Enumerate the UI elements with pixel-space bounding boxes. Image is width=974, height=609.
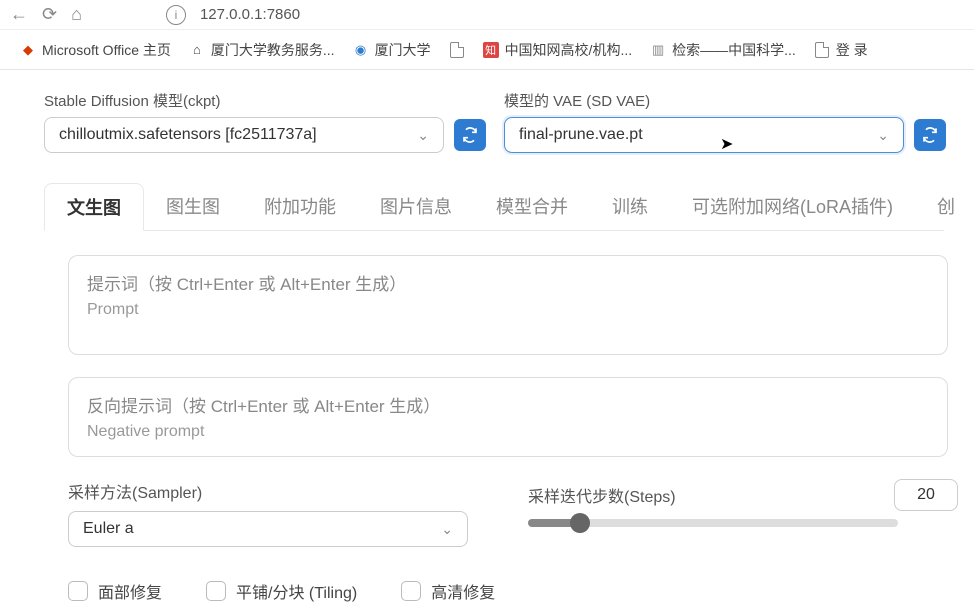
tab-lora[interactable]: 可选附加网络(LoRA插件)	[670, 183, 915, 230]
negative-prompt-input[interactable]: 反向提示词（按 Ctrl+Enter 或 Alt+Enter 生成） Negat…	[68, 377, 948, 457]
tab-pnginfo[interactable]: 图片信息	[358, 183, 474, 230]
bookmark-label: 检索——中国科学...	[672, 40, 796, 60]
ckpt-refresh-button[interactable]	[454, 119, 486, 151]
bookmarks-bar: ◆ Microsoft Office 主页 ⌂ 厦门大学教务服务... ◉ 厦门…	[0, 30, 974, 70]
bookmark-xmu[interactable]: ◉ 厦门大学	[353, 40, 431, 60]
checkbox-box	[206, 581, 226, 601]
checkbox-label: 平铺/分块 (Tiling)	[236, 579, 357, 603]
back-icon[interactable]: ←	[10, 4, 28, 25]
negprompt-placeholder-cn: 反向提示词（按 Ctrl+Enter 或 Alt+Enter 生成）	[87, 392, 929, 417]
tab-merge[interactable]: 模型合并	[474, 183, 590, 230]
vae-select[interactable]: final-prune.vae.pt ⌄	[504, 117, 904, 153]
steps-slider[interactable]	[528, 519, 898, 527]
bookmark-xmu-jw[interactable]: ⌂ 厦门大学教务服务...	[189, 40, 335, 60]
prompt-placeholder-cn: 提示词（按 Ctrl+Enter 或 Alt+Enter 生成）	[87, 270, 929, 295]
tab-train[interactable]: 训练	[590, 183, 670, 230]
bookmark-label: 中国知网高校/机构...	[505, 40, 633, 60]
bookmark-label: Microsoft Office 主页	[42, 40, 171, 60]
chevron-down-icon: ⌄	[417, 127, 429, 144]
negprompt-placeholder-en: Negative prompt	[87, 423, 929, 441]
file-icon	[449, 42, 465, 58]
tiling-checkbox[interactable]: 平铺/分块 (Tiling)	[206, 579, 357, 603]
ckpt-value: chilloutmix.safetensors [fc2511737a]	[59, 126, 317, 144]
checkbox-label: 高清修复	[431, 579, 495, 603]
tab-extras[interactable]: 附加功能	[242, 183, 358, 230]
sampler-select[interactable]: Euler a ⌄	[68, 511, 468, 547]
bookmark-label: 厦门大学	[375, 40, 431, 60]
globe-icon: ◉	[353, 42, 369, 58]
main-tabs: 文生图 图生图 附加功能 图片信息 模型合并 训练 可选附加网络(LoRA插件)…	[44, 183, 944, 231]
reload-icon[interactable]: ⟳	[42, 4, 57, 25]
tab-more[interactable]: 创	[915, 183, 974, 230]
checkbox-box	[68, 581, 88, 601]
prompt-input[interactable]: 提示词（按 Ctrl+Enter 或 Alt+Enter 生成） Prompt	[68, 255, 948, 355]
bookmark-search[interactable]: ▥ 检索——中国科学...	[650, 40, 796, 60]
chevron-down-icon: ⌄	[877, 127, 889, 144]
hires-fix-checkbox[interactable]: 高清修复	[401, 579, 495, 603]
steps-value-input[interactable]: 20	[894, 479, 958, 511]
ckpt-label: Stable Diffusion 模型(ckpt)	[44, 90, 486, 111]
tab-txt2img[interactable]: 文生图	[44, 183, 144, 231]
home-icon[interactable]: ⌂	[71, 4, 82, 25]
refresh-icon	[922, 127, 938, 143]
steps-label: 采样迭代步数(Steps)	[528, 483, 676, 507]
vae-refresh-button[interactable]	[914, 119, 946, 151]
vae-label: 模型的 VAE (SD VAE)	[504, 90, 946, 111]
file-icon	[814, 42, 830, 58]
vae-value: final-prune.vae.pt	[519, 126, 643, 144]
zhi-icon: 知	[483, 42, 499, 58]
bookmark-ms-office[interactable]: ◆ Microsoft Office 主页	[20, 40, 171, 60]
ckpt-select[interactable]: chilloutmix.safetensors [fc2511737a] ⌄	[44, 117, 444, 153]
bookmark-label: 厦门大学教务服务...	[211, 40, 335, 60]
info-icon[interactable]: i	[166, 5, 186, 25]
tab-img2img[interactable]: 图生图	[144, 183, 242, 230]
checkbox-box	[401, 581, 421, 601]
bookmark-cnki[interactable]: 知 中国知网高校/机构...	[483, 40, 633, 60]
slider-thumb[interactable]	[570, 513, 590, 533]
chevron-down-icon: ⌄	[441, 521, 453, 538]
prompt-placeholder-en: Prompt	[87, 301, 929, 319]
browser-nav-bar: ← ⟳ ⌂ i 127.0.0.1:7860	[0, 0, 974, 30]
bookmark-label: 登 录	[836, 40, 868, 60]
checkbox-label: 面部修复	[98, 579, 162, 603]
refresh-icon	[462, 127, 478, 143]
address-bar[interactable]: 127.0.0.1:7860	[200, 6, 300, 23]
house-icon: ⌂	[189, 42, 205, 58]
bar-icon: ▥	[650, 42, 666, 58]
bookmark-file1[interactable]	[449, 42, 465, 58]
face-restore-checkbox[interactable]: 面部修复	[68, 579, 162, 603]
sampler-label: 采样方法(Sampler)	[68, 479, 468, 503]
bookmark-login[interactable]: 登 录	[814, 40, 868, 60]
ms-icon: ◆	[20, 42, 36, 58]
sampler-value: Euler a	[83, 520, 134, 538]
